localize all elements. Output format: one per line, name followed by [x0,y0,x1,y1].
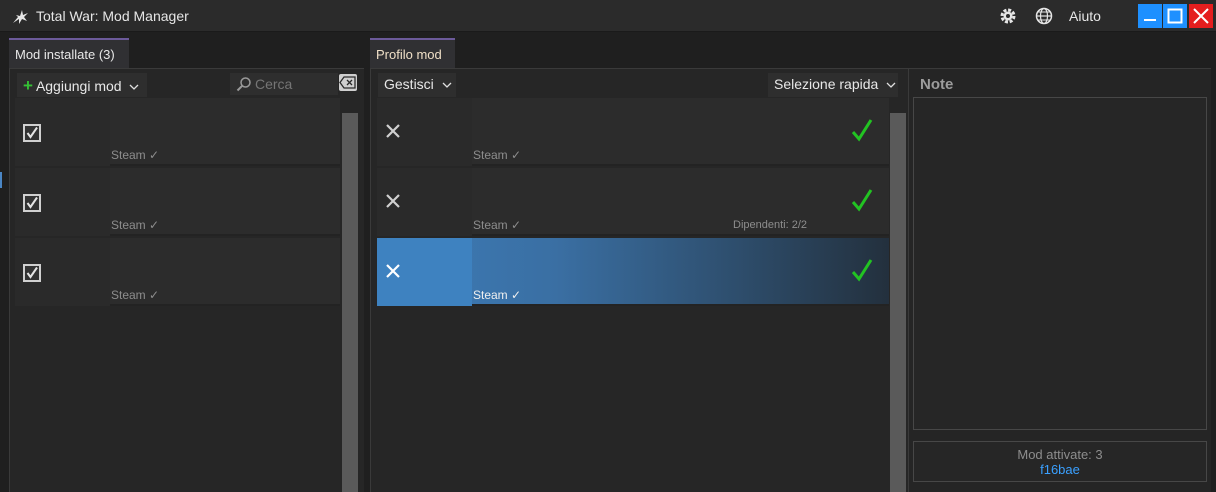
quick-select-label: Selezione rapida [774,76,879,92]
scrollbar-thumb[interactable] [342,113,358,492]
scrollbar[interactable] [342,98,358,492]
mod-source: Steam ✓ [473,218,522,232]
status-box: Mod attivate: 3 f16bae [913,441,1207,482]
globe-icon[interactable] [1034,6,1054,26]
remove-x-icon[interactable] [385,263,401,279]
search-icon [236,77,251,92]
list-item[interactable]: Steam ✓ [15,168,340,236]
tab-installed-mods[interactable]: Mod installate (3) [9,38,129,68]
chevron-down-icon [129,84,139,91]
active-mods-count: Mod attivate: 3 [1017,447,1103,462]
clear-search-button[interactable] [339,74,357,91]
minimize-button[interactable] [1138,4,1162,28]
gear-icon[interactable] [998,6,1018,26]
mod-source: Steam ✓ [473,288,522,302]
notes-title: Note [920,76,954,93]
check-icon[interactable] [851,118,873,142]
search-box [230,73,338,95]
plus-icon: + [23,76,33,95]
chevron-down-icon [886,82,896,89]
check-icon[interactable] [851,188,873,212]
window-edge-marker [0,172,2,188]
scrollbar-thumb[interactable] [890,113,906,492]
list-item[interactable]: Steam ✓ [15,238,340,306]
title-bar: Total War: Mod Manager Aiuto [0,0,1216,32]
remove-x-icon[interactable] [385,123,401,139]
notes-textarea[interactable] [913,97,1207,430]
profile-hash-link[interactable]: f16bae [914,462,1206,477]
list-item[interactable]: Steam ✓ [377,98,889,166]
remove-x-icon[interactable] [385,193,401,209]
mod-source: Steam ✓ [111,218,160,232]
window-title: Total War: Mod Manager [36,8,189,24]
checkbox-icon[interactable] [23,124,41,142]
checkbox-icon[interactable] [23,194,41,212]
dependents-count: Dipendenti: 2/2 [733,219,807,231]
mod-source: Steam ✓ [111,148,160,162]
list-item-selected[interactable]: Steam ✓ [377,238,889,306]
maximize-icon [1167,8,1183,24]
installed-mods-panel: +Aggiungi mod Steam ✓ Steam ✓ [9,68,364,492]
add-mod-button[interactable]: + Aggiungi mod [17,73,147,97]
checkbox-icon[interactable] [23,264,41,282]
app-icon [13,10,28,24]
quick-select-button[interactable]: Selezione rapida [768,73,898,97]
close-button[interactable] [1189,4,1213,28]
check-icon[interactable] [851,258,873,282]
scrollbar[interactable] [890,98,906,492]
help-menu[interactable]: Aiuto [1069,8,1101,24]
search-input[interactable] [255,76,335,92]
list-item[interactable]: Steam ✓ [15,98,340,166]
list-item[interactable]: Steam ✓ Dipendenti: 2/2 [377,168,889,236]
mod-source: Steam ✓ [473,148,522,162]
add-mod-label: Aggiungi mod [35,78,122,94]
mod-source: Steam ✓ [111,288,160,302]
chevron-down-icon [442,82,452,89]
manage-label: Gestisci [384,76,434,92]
backspace-icon [339,76,356,89]
mod-profile-panel: Gestisci Selezione rapida Steam ✓ Steam … [370,68,908,492]
manage-button[interactable]: Gestisci [378,73,456,97]
tab-mod-profile[interactable]: Profilo mod [370,38,455,68]
minimize-icon [1144,19,1156,21]
close-icon [1193,8,1209,24]
notes-panel: Note Mod attivate: 3 f16bae [908,68,1211,492]
maximize-button[interactable] [1163,4,1187,28]
